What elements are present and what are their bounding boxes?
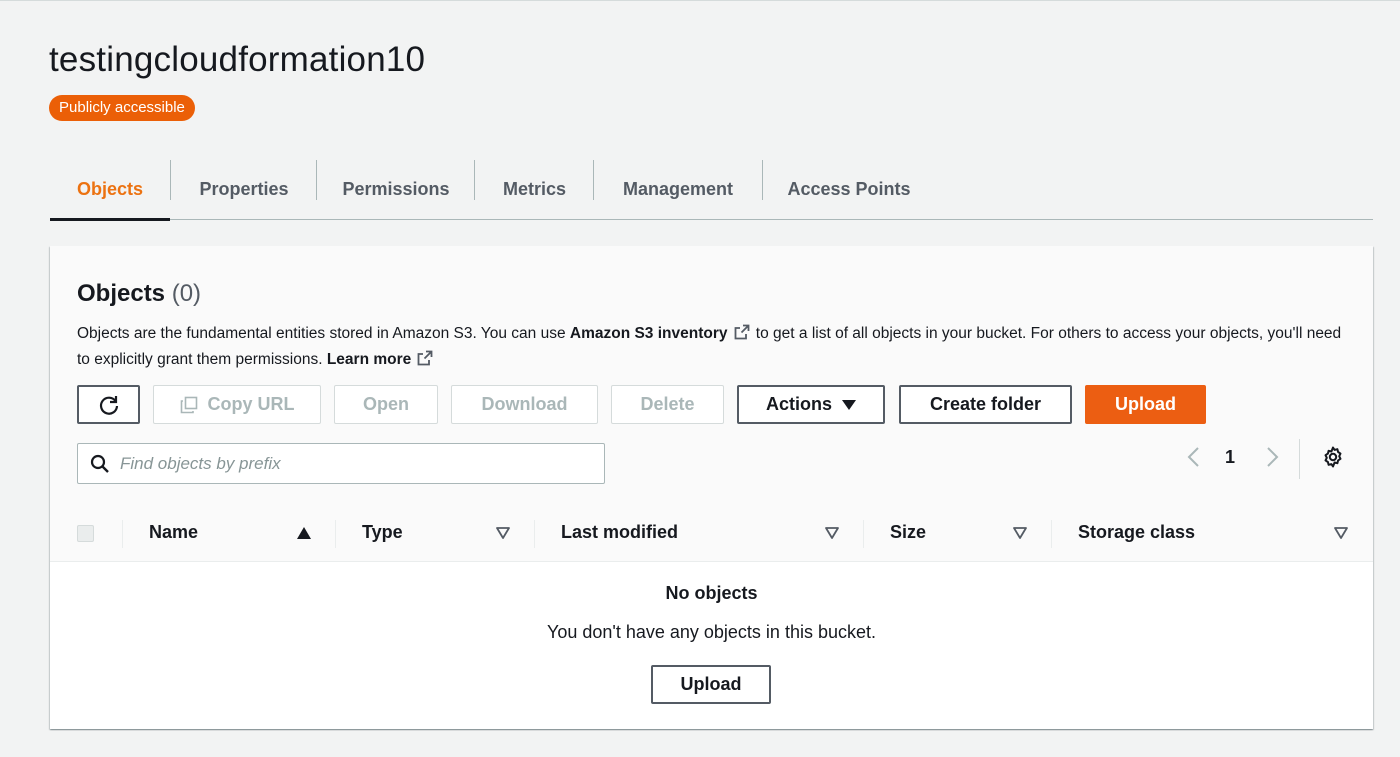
- sort-icon[interactable]: [1012, 526, 1028, 540]
- sort-icon[interactable]: [1333, 526, 1349, 540]
- current-page[interactable]: 1: [1225, 447, 1235, 468]
- pager-divider: [1299, 439, 1300, 479]
- column-header-type[interactable]: Type: [362, 522, 403, 543]
- empty-state-upload-button[interactable]: Upload: [651, 665, 771, 704]
- copy-icon: [180, 396, 197, 413]
- refresh-icon: [99, 395, 118, 415]
- tab-metrics[interactable]: Metrics: [475, 160, 594, 219]
- column-divider: [122, 520, 123, 548]
- sort-icon[interactable]: [824, 526, 840, 540]
- previous-page-icon[interactable]: [1184, 445, 1204, 469]
- bucket-tabs: Objects Properties Permissions Metrics M…: [50, 160, 1373, 221]
- object-count: (0): [171, 280, 202, 307]
- actions-label: Actions: [765, 394, 832, 414]
- empty-state-title: No objects: [665, 583, 758, 603]
- copy-url-label: Copy URL: [207, 394, 295, 414]
- delete-button[interactable]: Delete: [611, 385, 724, 424]
- panel-description: Objects are the fundamental entities sto…: [77, 321, 1347, 373]
- search-input[interactable]: [120, 453, 590, 474]
- tab-permissions[interactable]: Permissions: [317, 160, 475, 219]
- sort-icon[interactable]: [495, 526, 511, 540]
- column-divider: [335, 520, 336, 548]
- gear-icon[interactable]: [1321, 445, 1345, 469]
- column-header-name[interactable]: Name: [149, 522, 198, 543]
- tab-objects[interactable]: Objects: [50, 160, 170, 221]
- inventory-link[interactable]: Amazon S3 inventory: [570, 325, 728, 342]
- top-divider: [0, 0, 1400, 1]
- empty-state-message: You don't have any objects in this bucke…: [547, 622, 876, 642]
- column-divider: [1051, 520, 1052, 548]
- bucket-title: testingcloudformation10: [49, 40, 426, 79]
- learn-more-link[interactable]: Learn more: [327, 351, 411, 368]
- search-icon: [90, 454, 109, 473]
- download-button[interactable]: Download: [451, 385, 598, 424]
- copy-url-button[interactable]: Copy URL: [153, 385, 321, 424]
- search-box[interactable]: [77, 443, 605, 484]
- next-page-icon[interactable]: [1262, 445, 1282, 469]
- public-access-badge: Publicly accessible: [49, 95, 195, 121]
- column-header-size[interactable]: Size: [890, 522, 926, 543]
- upload-button[interactable]: Upload: [1085, 385, 1206, 424]
- sort-ascending-icon[interactable]: [296, 526, 312, 540]
- external-link-icon[interactable]: [734, 324, 750, 340]
- actions-dropdown[interactable]: Actions: [737, 385, 885, 424]
- table-header: Name Type Last modified Size Storage cla…: [50, 506, 1373, 562]
- column-header-last-modified[interactable]: Last modified: [561, 522, 678, 543]
- objects-panel: Objects (0) Objects are the fundamental …: [50, 246, 1373, 729]
- column-header-storage-class[interactable]: Storage class: [1078, 522, 1195, 543]
- tab-access-points[interactable]: Access Points: [763, 160, 935, 219]
- open-button[interactable]: Open: [334, 385, 438, 424]
- panel-title-text: Objects: [77, 280, 166, 307]
- select-all-checkbox[interactable]: [77, 525, 94, 542]
- create-folder-button[interactable]: Create folder: [899, 385, 1072, 424]
- tab-management[interactable]: Management: [594, 160, 762, 219]
- refresh-button[interactable]: [77, 385, 140, 424]
- panel-title: Objects (0): [77, 280, 201, 308]
- column-divider: [863, 520, 864, 548]
- tab-properties[interactable]: Properties: [171, 160, 317, 219]
- description-text: Objects are the fundamental entities sto…: [77, 325, 570, 342]
- external-link-icon[interactable]: [417, 350, 433, 366]
- caret-down-icon: [842, 399, 856, 410]
- column-divider: [534, 520, 535, 548]
